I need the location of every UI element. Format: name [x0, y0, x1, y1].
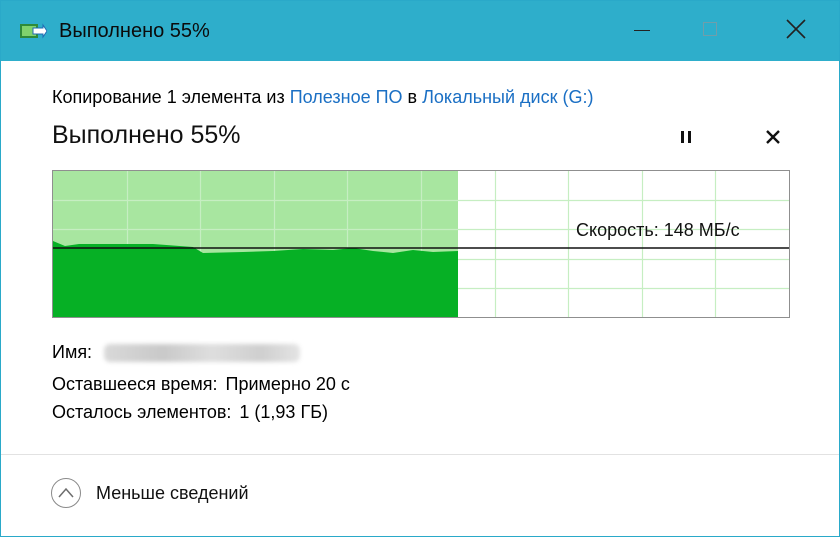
name-label: Имя: [52, 342, 93, 362]
speed-history-area [53, 241, 458, 317]
minimize-icon [634, 30, 650, 31]
description-middle: в [402, 87, 423, 107]
name-row: Имя: [52, 341, 301, 363]
chevron-up-icon [51, 478, 81, 508]
maximize-icon [703, 22, 717, 36]
items-remaining-row: Осталось элементов: 1 (1,93 ГБ) [52, 401, 328, 423]
maximize-button[interactable] [681, 1, 737, 61]
file-copy-icon [19, 20, 48, 42]
window-title: Выполнено 55% [59, 20, 210, 42]
close-icon [786, 19, 806, 39]
progress-heading: Выполнено 55% [52, 121, 241, 149]
time-remaining-label: Оставшееся время: [52, 374, 218, 394]
fewer-details-button[interactable]: Меньше сведений [51, 477, 311, 513]
source-folder-link[interactable]: Полезное ПО [290, 87, 403, 107]
items-remaining-value: 1 (1,93 ГБ) [239, 402, 328, 422]
time-remaining-value: Примерно 20 с [225, 374, 350, 394]
footer-divider [1, 454, 839, 455]
copy-description: Копирование 1 элемента из Полезное ПО в … [52, 85, 593, 109]
copy-progress-dialog: Выполнено 55% Копирование 1 элемента из … [0, 0, 840, 537]
close-button[interactable] [767, 1, 823, 61]
speed-graph: Скорость: 148 МБ/с [52, 170, 790, 318]
time-remaining-row: Оставшееся время: Примерно 20 с [52, 373, 350, 395]
blurred-file-name [104, 344, 301, 363]
description-prefix: Копирование 1 элемента из [52, 87, 290, 107]
title-bar[interactable]: Выполнено 55% [1, 1, 839, 61]
minimize-button[interactable] [616, 1, 672, 61]
cancel-button[interactable] [757, 123, 791, 151]
destination-folder-link[interactable]: Локальный диск (G:) [422, 87, 593, 107]
fewer-details-label: Меньше сведений [96, 483, 249, 503]
pause-button[interactable] [669, 123, 703, 151]
items-remaining-label: Осталось элементов: [52, 402, 232, 422]
speed-label: Скорость: 148 МБ/с [576, 220, 740, 240]
cancel-icon [766, 130, 780, 144]
